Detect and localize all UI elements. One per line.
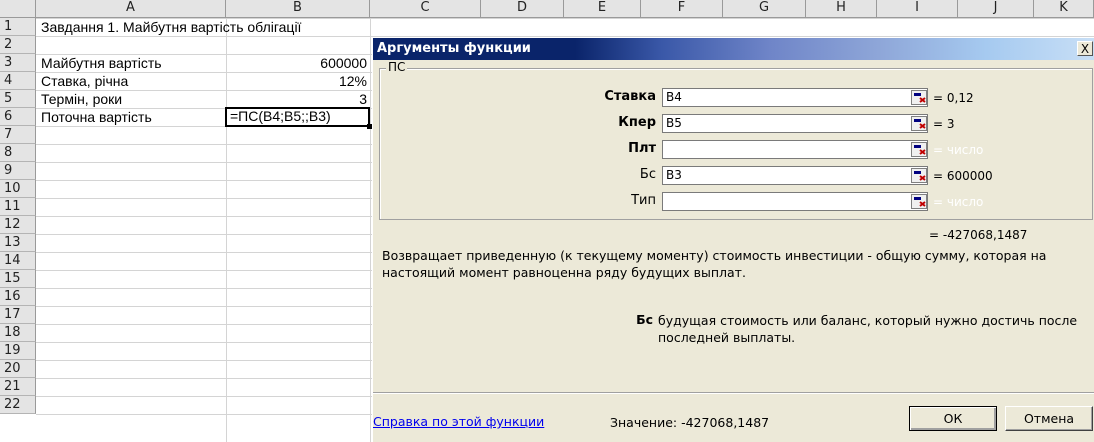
arg-input-fv[interactable]: B3 xyxy=(662,166,928,185)
row-header[interactable]: 22 xyxy=(0,396,36,414)
row-header[interactable]: 21 xyxy=(0,378,36,396)
gridline xyxy=(36,414,372,415)
row-header[interactable]: 13 xyxy=(0,234,36,252)
arg-help-name: Бс xyxy=(636,312,653,327)
arg-label-fv: Бс xyxy=(639,167,656,182)
arg-label-pmt: Плт xyxy=(628,141,656,156)
column-header-h[interactable]: H xyxy=(806,0,877,18)
arg-result-pmt: = число xyxy=(933,143,984,157)
gridline xyxy=(36,234,372,235)
cell-b3[interactable]: 600000 xyxy=(226,54,370,72)
help-link[interactable]: Справка по этой функции xyxy=(373,414,544,429)
row-header[interactable]: 19 xyxy=(0,342,36,360)
cell-b6-active[interactable]: =ПС(B4;B5;;B3) xyxy=(225,107,370,127)
row-header[interactable]: 1 xyxy=(0,18,36,36)
arg-input-type[interactable] xyxy=(662,192,928,211)
gridline xyxy=(36,36,372,37)
gridline xyxy=(36,396,372,397)
row-header[interactable]: 9 xyxy=(0,162,36,180)
column-header-f[interactable]: F xyxy=(641,0,723,18)
gridline xyxy=(36,342,372,343)
column-header-e[interactable]: E xyxy=(564,0,641,18)
collapse-dialog-icon[interactable] xyxy=(911,168,927,183)
row-header[interactable]: 12 xyxy=(0,216,36,234)
cell-a4[interactable]: Ставка, річна xyxy=(38,72,131,90)
arg-label-type: Тип xyxy=(631,193,656,208)
gridline xyxy=(36,288,372,289)
row-header[interactable]: 2 xyxy=(0,36,36,54)
gridline xyxy=(36,162,372,163)
column-header-d[interactable]: D xyxy=(481,0,564,18)
select-all-corner[interactable] xyxy=(0,0,36,18)
gridline xyxy=(36,216,372,217)
collapse-dialog-icon[interactable] xyxy=(911,90,927,105)
column-header-c[interactable]: C xyxy=(370,0,481,18)
function-name: ПС xyxy=(386,60,408,74)
gridline xyxy=(36,144,372,145)
arg-result-nper: = 3 xyxy=(933,117,955,131)
arg-result-type: = число xyxy=(933,195,984,209)
gridline xyxy=(36,270,372,271)
arg-input-pmt[interactable] xyxy=(662,140,928,159)
cell-a1[interactable]: Завдання 1. Майбутня вартість облігації xyxy=(38,18,304,36)
dialog-title: Аргументы функции xyxy=(377,41,531,56)
gridline xyxy=(36,180,372,181)
collapse-dialog-icon[interactable] xyxy=(911,142,927,157)
cell-a3[interactable]: Майбутня вартість xyxy=(38,54,165,72)
gridline xyxy=(36,198,372,199)
row-header[interactable]: 20 xyxy=(0,360,36,378)
row-header[interactable]: 15 xyxy=(0,270,36,288)
formula-result: = -427068,1487 xyxy=(929,228,1028,242)
gridline xyxy=(36,252,372,253)
collapse-dialog-icon[interactable] xyxy=(911,194,927,209)
arg-label-nper: Кпер xyxy=(618,115,656,130)
divider xyxy=(373,392,1094,394)
arg-input-rate[interactable]: B4 xyxy=(662,88,928,107)
cell-a5[interactable]: Термін, роки xyxy=(38,90,125,108)
cancel-button[interactable]: Отмена xyxy=(1005,406,1093,431)
cell-b4[interactable]: 12% xyxy=(226,72,370,90)
row-header[interactable]: 3 xyxy=(0,54,36,72)
row-header[interactable]: 7 xyxy=(0,126,36,144)
row-header[interactable]: 5 xyxy=(0,90,36,108)
arg-help-text: будущая стоимость или баланс, который ну… xyxy=(658,313,1078,345)
collapse-dialog-icon[interactable] xyxy=(911,116,927,131)
row-header[interactable]: 8 xyxy=(0,144,36,162)
arg-result-fv: = 600000 xyxy=(933,169,993,183)
arg-label-rate: Ставка xyxy=(604,89,656,104)
row-header[interactable]: 16 xyxy=(0,288,36,306)
column-header-b[interactable]: B xyxy=(226,0,370,18)
row-header[interactable]: 11 xyxy=(0,198,36,216)
arg-input-nper[interactable]: B5 xyxy=(662,114,928,133)
row-header[interactable]: 14 xyxy=(0,252,36,270)
function-description: Возвращает приведенную (к текущему момен… xyxy=(382,248,1047,280)
cell-b5[interactable]: 3 xyxy=(226,90,370,108)
column-header-k[interactable]: K xyxy=(1034,0,1094,18)
arg-result-rate: = 0,12 xyxy=(933,91,974,105)
dialog-titlebar[interactable]: Аргументы функции X xyxy=(373,38,1094,60)
gridline xyxy=(36,360,372,361)
row-header[interactable]: 18 xyxy=(0,324,36,342)
column-header-a[interactable]: A xyxy=(36,0,226,18)
gridline xyxy=(36,324,372,325)
value-text: Значение: -427068,1487 xyxy=(610,415,770,430)
ok-button[interactable]: ОК xyxy=(909,406,997,431)
row-header[interactable]: 17 xyxy=(0,306,36,324)
function-group: ПС Ставка B4 = 0,12 Кпер B5 = 3 Плт = чи… xyxy=(379,60,1093,220)
column-header-i[interactable]: I xyxy=(877,0,958,18)
cell-a6[interactable]: Поточна вартість xyxy=(38,108,155,126)
gridline xyxy=(36,306,372,307)
close-icon[interactable]: X xyxy=(1077,41,1093,56)
function-arguments-dialog: Аргументы функции X ПС Ставка B4 = 0,12 … xyxy=(372,38,1094,442)
gridline xyxy=(370,36,1094,37)
row-header[interactable]: 4 xyxy=(0,72,36,90)
column-header-j[interactable]: J xyxy=(958,0,1034,18)
gridline xyxy=(36,378,372,379)
row-header[interactable]: 6 xyxy=(0,108,36,126)
row-header[interactable]: 10 xyxy=(0,180,36,198)
column-header-g[interactable]: G xyxy=(723,0,806,18)
